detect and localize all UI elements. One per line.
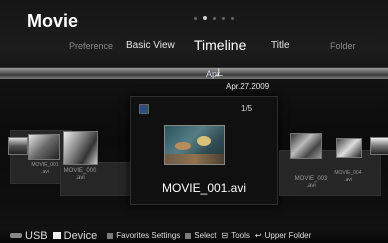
page-title: Movie bbox=[27, 11, 79, 31]
page-dot-active bbox=[203, 16, 207, 20]
device-icon bbox=[52, 232, 61, 239]
thumbnail[interactable] bbox=[370, 137, 388, 155]
page-dot bbox=[194, 17, 197, 20]
return-icon: ↩ bbox=[254, 231, 262, 240]
list-item-label: MOVIE_000 .avi bbox=[63, 168, 97, 181]
thumbnail[interactable] bbox=[28, 134, 60, 160]
tab-folder[interactable]: Folder bbox=[330, 41, 356, 51]
usb-icon bbox=[10, 233, 22, 238]
tools-button[interactable]: ⊟ Tools bbox=[222, 231, 250, 240]
timeline-date: Apr.27.2009 bbox=[226, 82, 270, 91]
focused-filename: MOVIE_001.avi bbox=[161, 181, 247, 195]
page-dot bbox=[213, 17, 216, 20]
thumbnail[interactable] bbox=[290, 133, 322, 159]
tools-icon: ⊟ bbox=[221, 231, 229, 240]
coral-shape bbox=[165, 154, 224, 164]
tab-basic-view[interactable]: Basic View bbox=[126, 40, 175, 51]
footer-bar: USB Device Favorites Settings Select ⊟ T… bbox=[0, 228, 388, 243]
focused-thumbnail bbox=[164, 125, 225, 165]
thumbnail[interactable] bbox=[63, 131, 98, 165]
item-counter: 1/5 bbox=[241, 104, 253, 113]
select-button[interactable]: Select bbox=[185, 231, 217, 240]
upper-folder-button[interactable]: ↩ Upper Folder bbox=[255, 231, 311, 240]
usb-source[interactable]: USB bbox=[10, 230, 48, 242]
timeline-bar[interactable] bbox=[0, 67, 388, 79]
list-item-label: MOVIE_003 .avi bbox=[294, 176, 328, 189]
media-play-screen: Movie Preference Basic View Timeline Tit… bbox=[0, 0, 388, 243]
fish-shape bbox=[175, 142, 191, 150]
color-key-icon bbox=[107, 232, 114, 239]
color-key-icon bbox=[185, 232, 192, 239]
fish-shape bbox=[197, 136, 211, 146]
page-dot bbox=[231, 17, 234, 20]
list-item-label: MOVIE_001 .avi bbox=[31, 162, 59, 175]
thumbnail[interactable] bbox=[8, 137, 28, 155]
tab-title[interactable]: Title bbox=[271, 40, 290, 51]
focused-media-card[interactable]: 1/5 MOVIE_001.avi bbox=[130, 96, 278, 205]
timeline-cursor-icon[interactable]: ⊥ bbox=[214, 66, 224, 79]
tab-timeline[interactable]: Timeline bbox=[194, 37, 246, 53]
list-item-label: MOVIE_004 .avi bbox=[334, 170, 362, 183]
device-button[interactable]: Device bbox=[52, 230, 97, 242]
tab-preference[interactable]: Preference bbox=[69, 41, 113, 51]
page-dot bbox=[222, 17, 225, 20]
page-indicator bbox=[194, 16, 234, 20]
thumbnail[interactable] bbox=[336, 138, 362, 158]
favorites-settings-button[interactable]: Favorites Settings bbox=[107, 231, 180, 240]
select-checkbox[interactable] bbox=[139, 104, 149, 114]
